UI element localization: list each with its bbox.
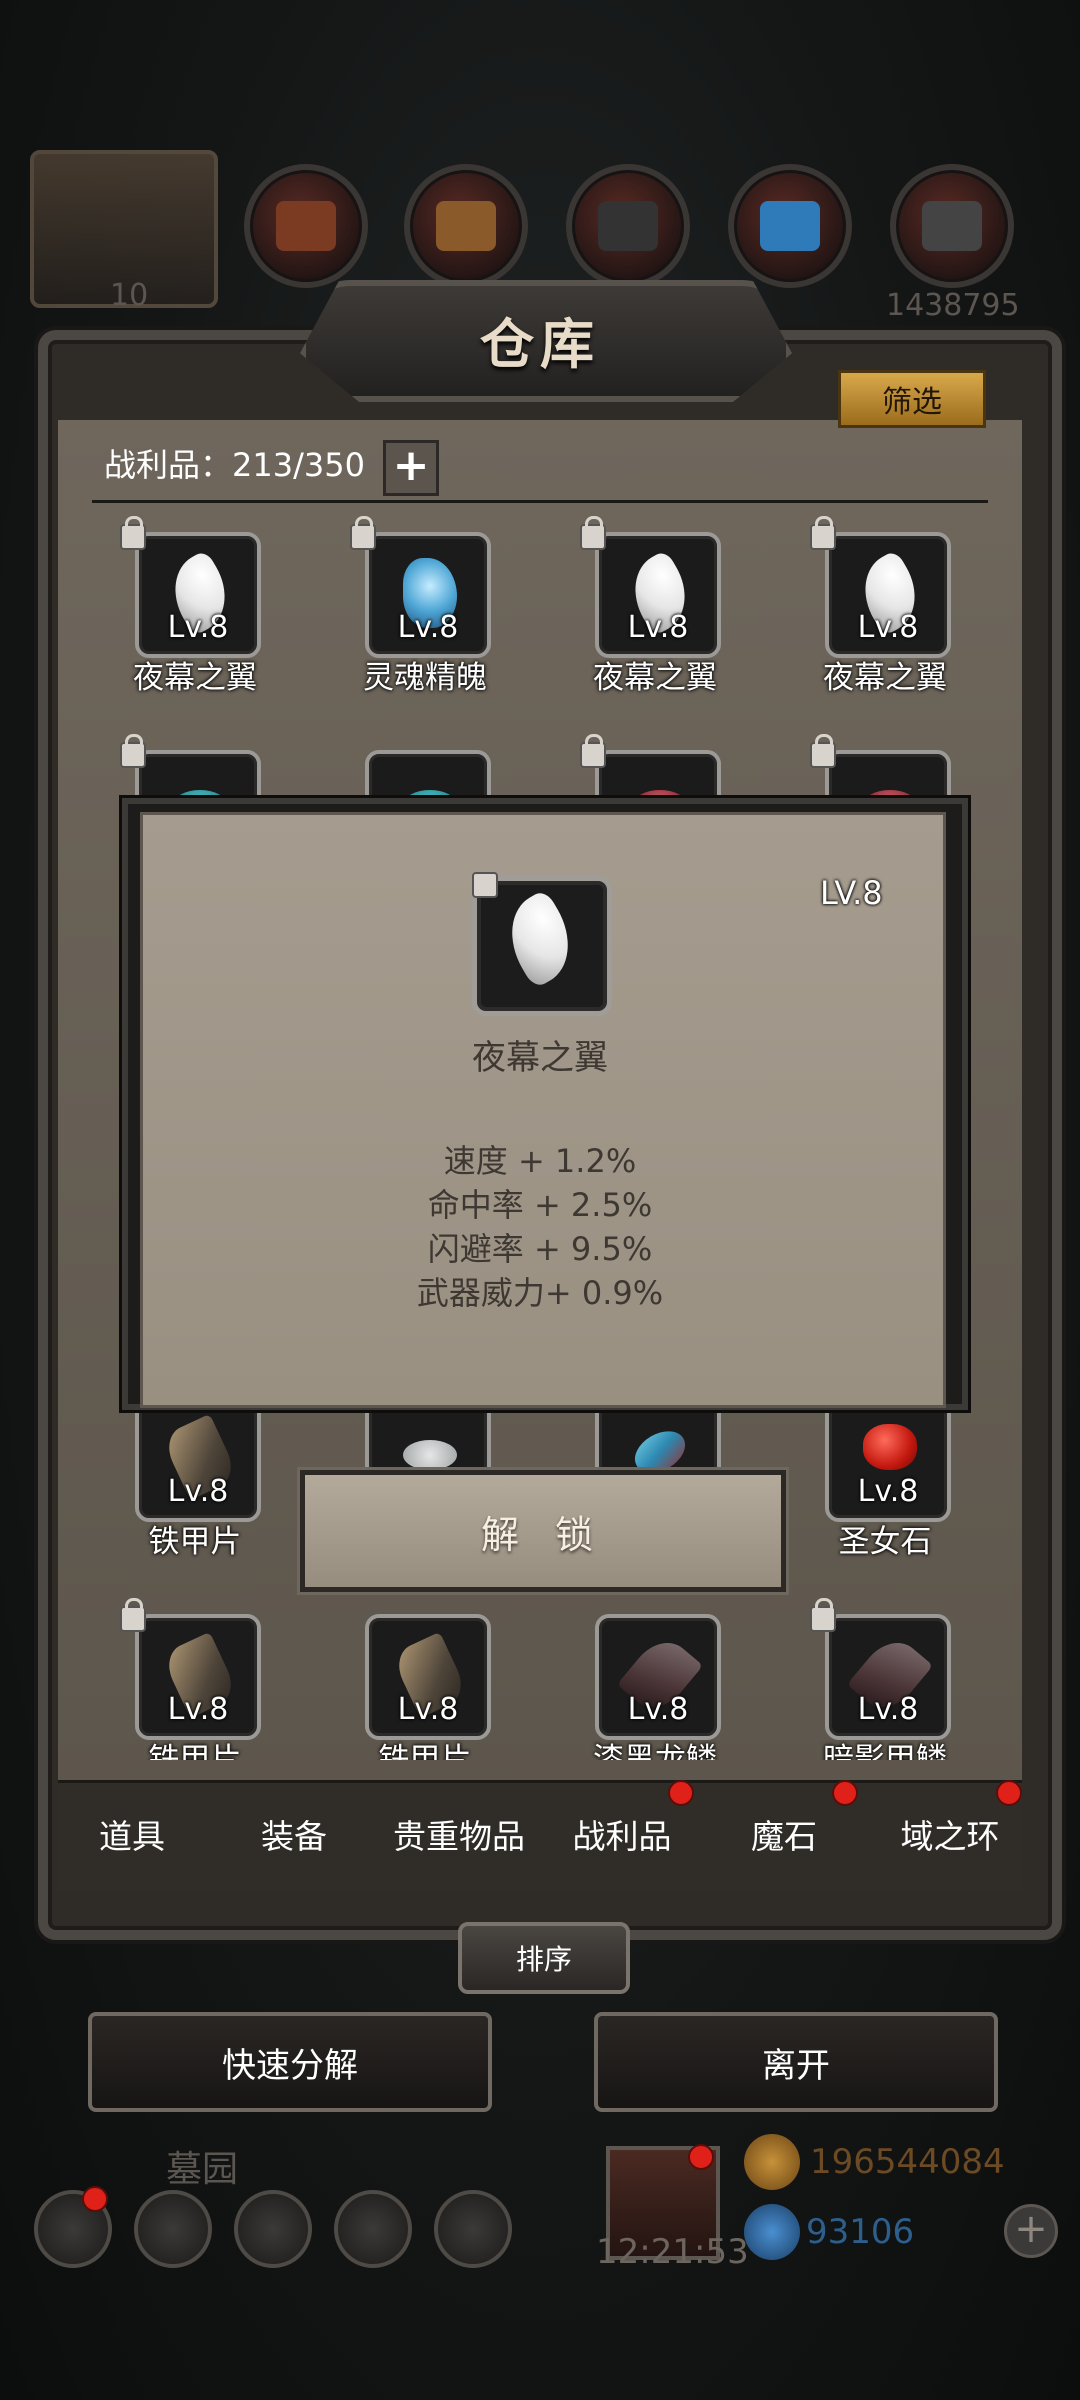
add-gems-button[interactable]: + — [1004, 2204, 1058, 2258]
location-label: 墓园 — [166, 2149, 239, 2190]
tab-domain-ring[interactable]: 域之环 — [882, 1810, 1018, 1860]
item-name: 铁甲片 — [148, 1524, 242, 1560]
item-name: 漆黑龙鳞 — [593, 1742, 717, 1760]
filter-button[interactable]: 筛选 — [838, 370, 986, 428]
item-slot[interactable]: Lv.8 铁甲片 — [110, 1396, 280, 1560]
item-level: Lv.8 — [397, 610, 459, 645]
item-level: Lv.8 — [627, 610, 689, 645]
leave-button[interactable]: 离开 — [594, 2012, 998, 2112]
item-name: 灵魂精魄 — [363, 660, 487, 696]
item-name: 夜幕之翼 — [472, 1038, 608, 1078]
item-slot[interactable]: Lv.8 夜幕之翼 — [110, 516, 280, 696]
item-frame: Lv.8 — [135, 532, 261, 658]
sort-button[interactable]: 排序 — [458, 1922, 630, 1994]
item-name: 铁甲片 — [378, 1742, 472, 1760]
tab-magic-stone[interactable]: 魔石 — [724, 1810, 844, 1860]
lock-icon — [120, 516, 146, 550]
notification-dot — [688, 2144, 714, 2170]
item-level: Lv.8 — [627, 1692, 689, 1727]
lock-icon — [350, 516, 376, 550]
item-frame: Lv.8 — [825, 532, 951, 658]
wood-resource-icon[interactable] — [404, 164, 528, 288]
item-slot[interactable]: Lv.8 圣女石 — [800, 1396, 970, 1560]
page-title: 仓库 — [480, 313, 600, 376]
lock-icon — [580, 516, 606, 550]
item-slot[interactable]: Lv.8 铁甲片 — [340, 1614, 510, 1774]
lock-icon — [810, 516, 836, 550]
item-name: 暗影甲鳞 — [823, 1742, 947, 1760]
item-frame: Lv.8 — [365, 1614, 491, 1740]
map-icon[interactable] — [234, 2190, 312, 2268]
loot-count: 战利品：213/350 — [104, 446, 365, 484]
lock-icon — [810, 734, 836, 768]
item-level: Lv.8 — [167, 1692, 229, 1727]
item-level: Lv.8 — [857, 610, 919, 645]
clock: 12:21:53 — [596, 2232, 749, 2272]
item-frame: Lv.8 — [365, 532, 491, 658]
avatar-level: 10 — [110, 278, 149, 313]
item-level: Lv.8 — [167, 1474, 229, 1509]
iron-amount: 1438795 — [886, 288, 1020, 323]
stone-icon — [403, 1440, 457, 1470]
star-badge-icon[interactable] — [134, 2190, 212, 2268]
quick-decompose-button[interactable]: 快速分解 — [88, 2012, 492, 2112]
tab-loot[interactable]: 战利品 — [554, 1810, 690, 1860]
notification-dot — [668, 1780, 694, 1806]
divider — [92, 500, 988, 503]
stat-line: 闪避率 + 9.5% — [427, 1230, 653, 1268]
stone-resource-icon[interactable] — [566, 164, 690, 288]
item-slot[interactable]: Lv.8 夜幕之翼 — [570, 516, 740, 696]
tab-valuables[interactable]: 贵重物品 — [384, 1810, 534, 1860]
gem-amount: 93106 — [806, 2212, 915, 2252]
gem-icon — [744, 2204, 800, 2260]
chat-icon[interactable] — [434, 2190, 512, 2268]
crystal-resource-icon[interactable] — [728, 164, 852, 288]
stat-line: 武器威力+ 0.9% — [416, 1274, 664, 1312]
item-level: Lv.8 — [857, 1692, 919, 1727]
stat-line: 命中率 + 2.5% — [427, 1186, 653, 1224]
item-frame: Lv.8 — [135, 1396, 261, 1522]
item-frame: Lv.8 — [135, 1614, 261, 1740]
item-name: 铁甲片 — [148, 1742, 242, 1760]
item-level: LV.8 — [820, 874, 883, 912]
mail-icon[interactable] — [334, 2190, 412, 2268]
lock-icon — [472, 872, 498, 898]
item-level: Lv.8 — [857, 1474, 919, 1509]
item-name: 圣女石 — [838, 1524, 932, 1560]
gold-amount: 196544084 — [810, 2142, 1005, 2182]
item-name: 夜幕之翼 — [823, 660, 947, 696]
item-level: Lv.8 — [167, 610, 229, 645]
lock-icon — [120, 734, 146, 768]
food-resource-icon[interactable] — [244, 164, 368, 288]
iron-resource-icon[interactable] — [890, 164, 1014, 288]
unlock-button[interactable]: 解 锁 — [300, 1470, 786, 1592]
expand-capacity-button[interactable]: + — [383, 440, 439, 496]
item-frame: Lv.8 — [825, 1614, 951, 1740]
item-slot[interactable]: Lv.8 暗影甲鳞 — [800, 1598, 970, 1774]
item-name: 夜幕之翼 — [593, 660, 717, 696]
lock-icon — [120, 1598, 146, 1632]
lock-icon — [810, 1598, 836, 1632]
item-frame: Lv.8 — [595, 532, 721, 658]
item-slot[interactable]: Lv.8 漆黑龙鳞 — [570, 1614, 740, 1774]
item-level: Lv.8 — [397, 1692, 459, 1727]
category-tabs — [58, 1780, 1022, 1891]
item-name: 夜幕之翼 — [133, 660, 257, 696]
stat-line: 速度 + 1.2% — [443, 1142, 637, 1180]
notification-dot — [82, 2186, 108, 2212]
item-frame: Lv.8 — [595, 1614, 721, 1740]
item-slot[interactable]: Lv.8 灵魂精魄 — [340, 516, 510, 696]
gold-coin-icon — [744, 2134, 800, 2190]
notification-dot — [832, 1780, 858, 1806]
lock-icon — [580, 734, 606, 768]
item-slot[interactable]: Lv.8 夜幕之翼 — [800, 516, 970, 696]
saint-stone-icon — [863, 1424, 917, 1470]
item-frame: Lv.8 — [825, 1396, 951, 1522]
tab-equipment[interactable]: 装备 — [234, 1810, 354, 1860]
item-slot[interactable]: Lv.8 铁甲片 — [110, 1598, 280, 1774]
notification-dot — [996, 1780, 1022, 1806]
tab-items[interactable]: 道具 — [72, 1810, 192, 1860]
